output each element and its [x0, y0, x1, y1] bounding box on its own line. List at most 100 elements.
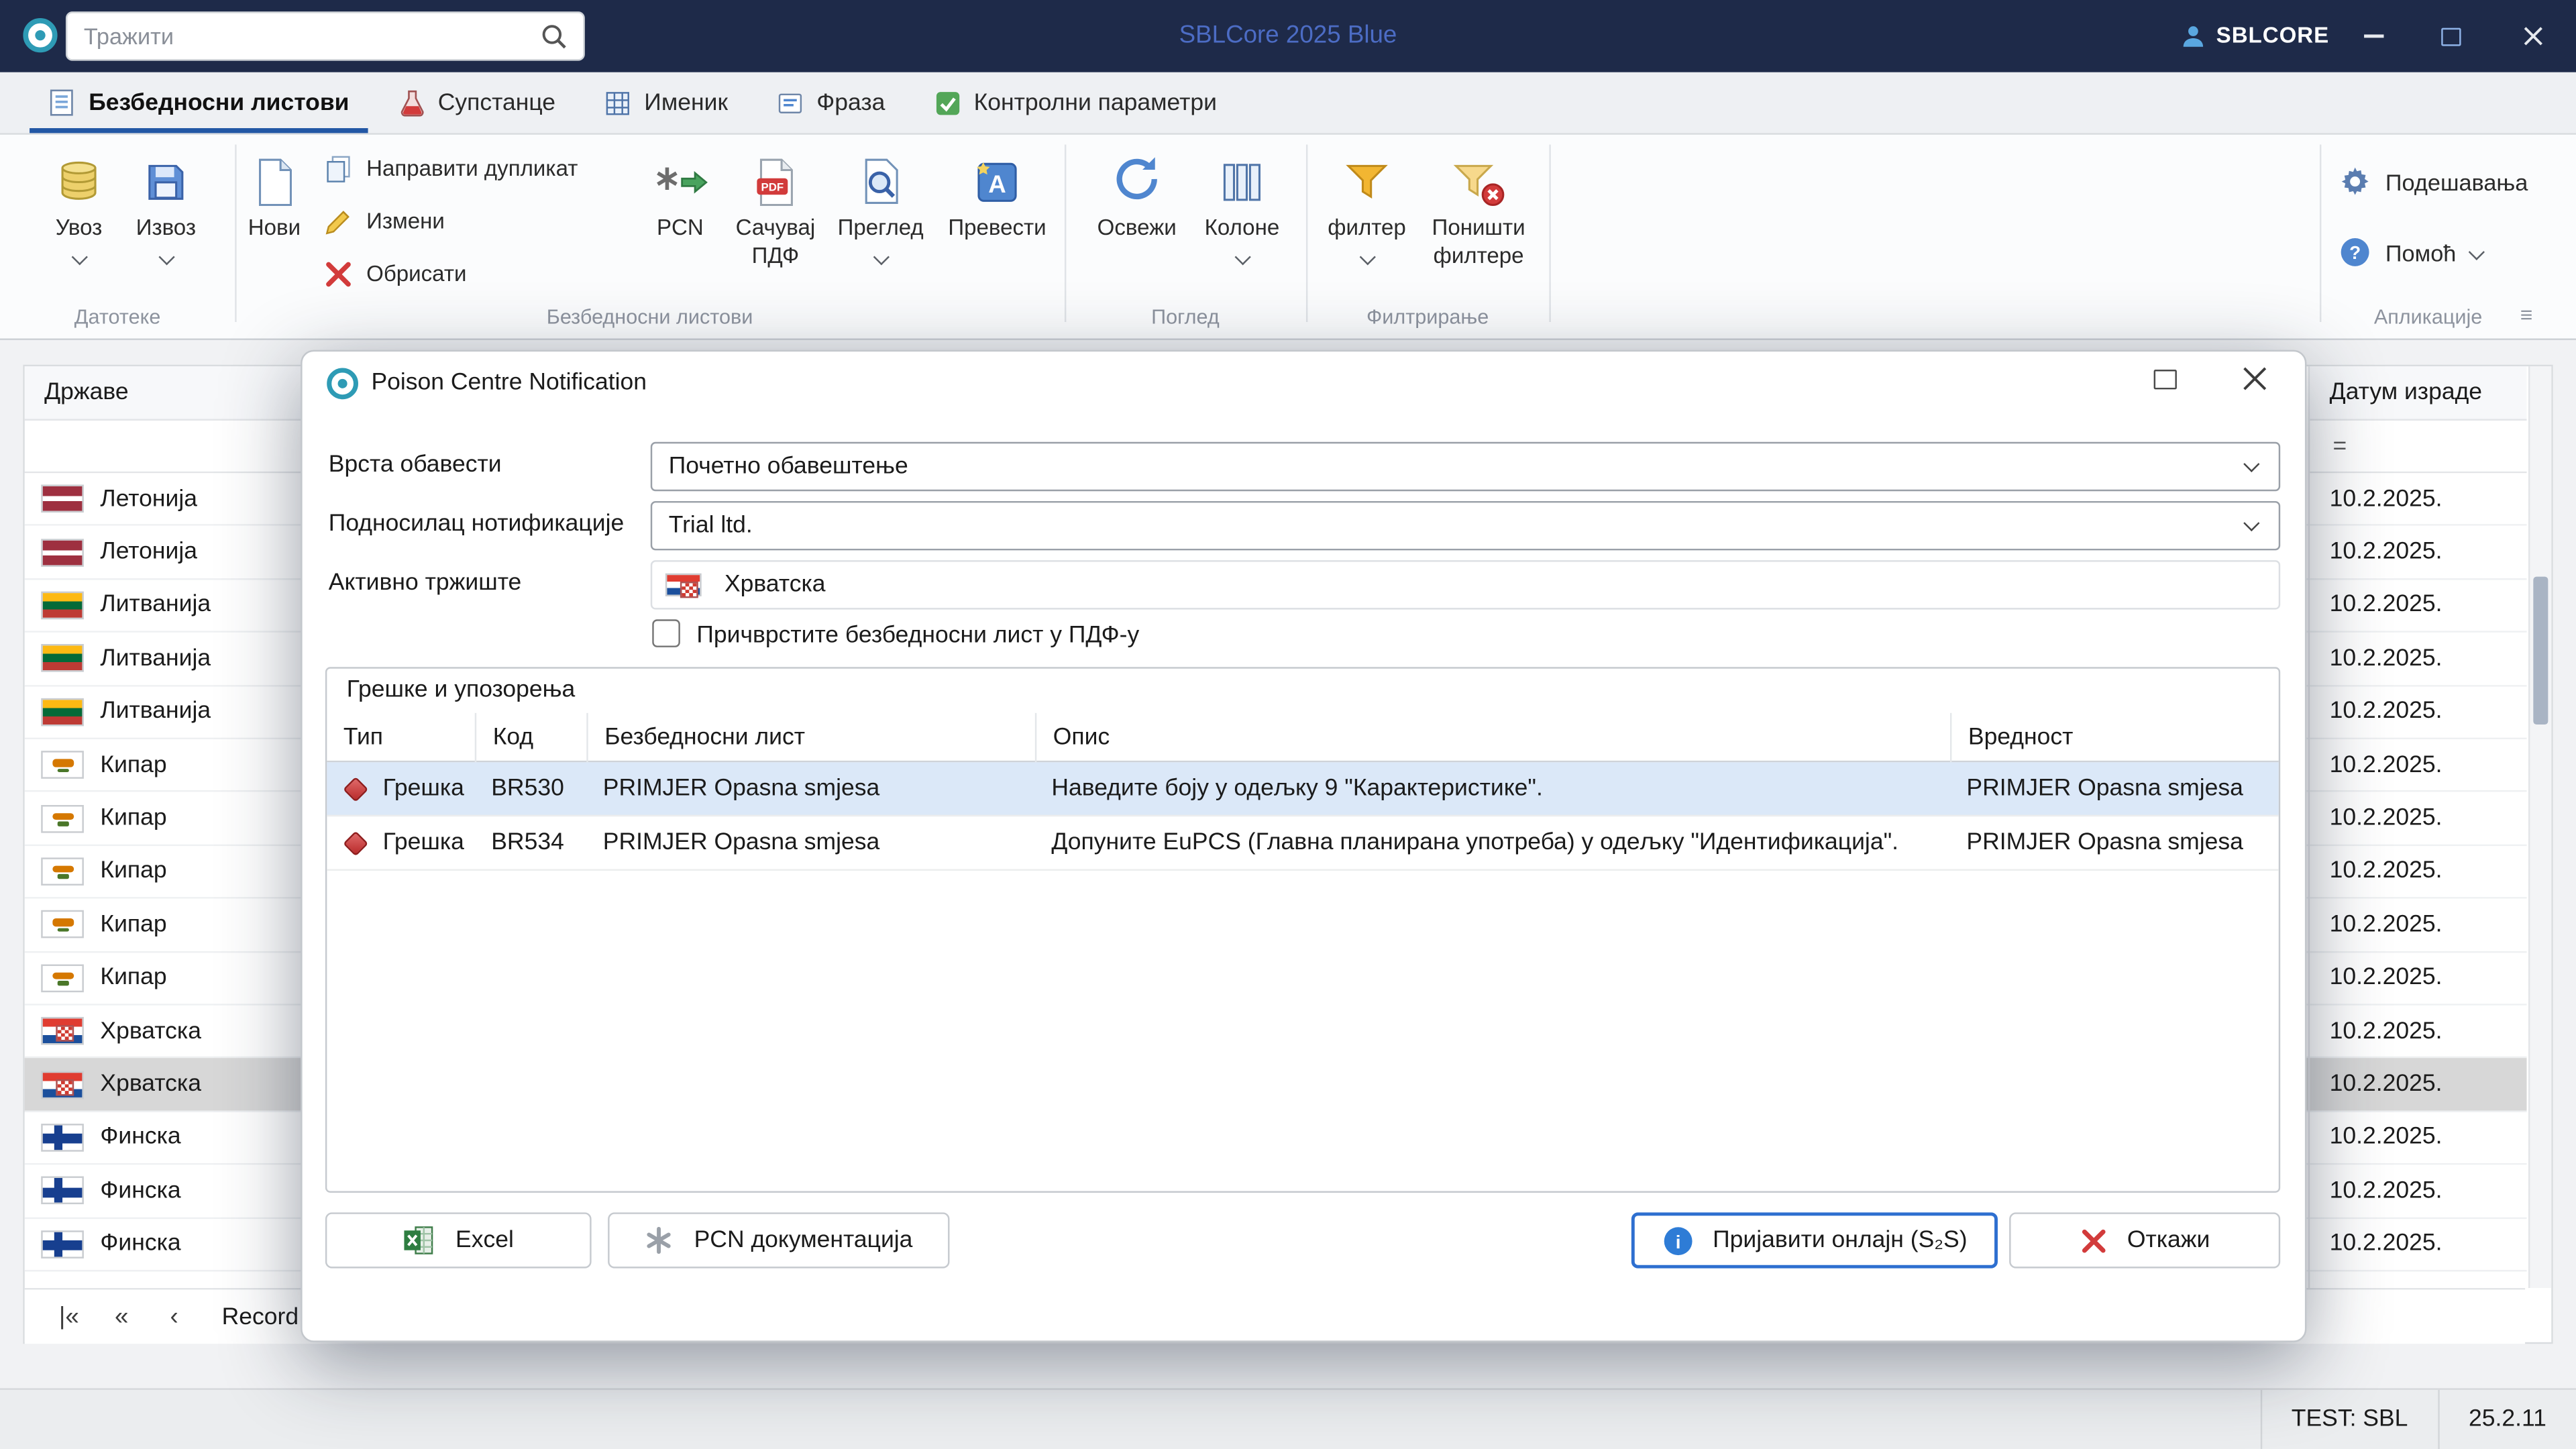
table-row[interactable]: 10.2.2025. [2310, 633, 2526, 686]
import-button[interactable]: Увоз [40, 142, 119, 270]
col-code[interactable]: Код [475, 713, 587, 762]
search-box[interactable] [66, 11, 585, 60]
close-button[interactable] [2491, 0, 2576, 72]
country-name: Кипар [100, 752, 166, 778]
column-header-date[interactable]: Датум израде [2310, 366, 2526, 421]
col-sds[interactable]: Безбедносни лист [586, 713, 1035, 762]
tab-control-parameters[interactable]: Контролни параметри [910, 72, 1242, 133]
table-row[interactable]: 10.2.2025. [2310, 952, 2526, 1005]
date-value: 10.2.2025. [2330, 1124, 2443, 1150]
error-row[interactable]: Грешка BR530 PRIMJER Opasna smjesa Навед… [327, 762, 2278, 816]
account-name[interactable]: SBLCORE [2216, 23, 2330, 48]
info-icon: i [1662, 1225, 1693, 1256]
attach-sds-checkbox[interactable] [652, 619, 680, 647]
col-value[interactable]: Вредност [1950, 713, 2279, 762]
vertical-scrollbar[interactable] [2528, 366, 2551, 1288]
titlebar: SBLCore 2025 Blue SBLCORE [0, 0, 2576, 72]
error-description: Наведите боју у одељку 9 "Карактеристике… [1035, 762, 1950, 816]
col-type[interactable]: Тип [327, 713, 474, 762]
delete-x-icon [323, 259, 353, 288]
clear-filters-button[interactable]: Поништи филтере [1416, 142, 1541, 270]
svg-text:PDF: PDF [761, 181, 784, 194]
pcn-button[interactable]: PCN [641, 142, 720, 241]
error-value: PRIMJER Opasna smjesa [1950, 762, 2279, 816]
table-row[interactable]: 10.2.2025. [2310, 473, 2526, 526]
help-button[interactable]: ? Помоћ [2339, 237, 2482, 268]
date-value: 10.2.2025. [2330, 1178, 2443, 1204]
translate-label: Превести [940, 213, 1055, 241]
table-row[interactable]: 10.2.2025. [2310, 846, 2526, 899]
table-row[interactable]: 10.2.2025. [2310, 1059, 2526, 1112]
table-row[interactable]: 10.2.2025. [2310, 899, 2526, 952]
filter-button[interactable]: филтер [1321, 142, 1413, 270]
search-icon[interactable] [541, 23, 569, 59]
dialog-close-button[interactable] [2241, 365, 2269, 401]
preview-button[interactable]: Преглед [835, 142, 926, 270]
country-name: Хрватска [100, 1018, 201, 1044]
maximize-button[interactable] [2412, 0, 2491, 72]
pcn-documentation-button[interactable]: PCN документација [608, 1212, 949, 1268]
errors-groupbox-title: Грешке и упозорења [347, 677, 576, 703]
country-flag-icon [41, 645, 84, 673]
date-value: 10.2.2025. [2330, 1071, 2443, 1097]
date-value: 10.2.2025. [2330, 645, 2443, 672]
search-input[interactable] [84, 18, 527, 54]
column-header-country[interactable]: Државе [25, 366, 304, 421]
columns-button[interactable]: Колоне [1196, 142, 1288, 270]
tab-label: Супстанце [438, 89, 555, 115]
submit-online-button[interactable]: i Пријавити онлајн (S₂S) [1631, 1212, 1998, 1268]
tab-substances[interactable]: Супстанце [374, 72, 580, 133]
table-row[interactable]: 10.2.2025. [2310, 1112, 2526, 1165]
table-row[interactable]: 10.2.2025. [2310, 1165, 2526, 1218]
tab-directory[interactable]: Именик [580, 72, 753, 133]
group-options-icon[interactable]: ≡ [2520, 303, 2533, 327]
tab-phrase[interactable]: Фраза [753, 72, 910, 133]
settings-button[interactable]: Подешавања [2339, 166, 2528, 197]
country-name: Литванија [100, 592, 211, 619]
column-filter-country[interactable] [25, 421, 304, 473]
first-record-button[interactable]: |« [54, 1303, 84, 1331]
preview-magnifier-icon [835, 142, 926, 207]
refresh-button[interactable]: Освежи [1087, 142, 1186, 241]
column-filter-date[interactable]: = [2310, 421, 2526, 473]
table-row[interactable]: 10.2.2025. [2310, 1006, 2526, 1059]
date-value: 10.2.2025. [2330, 1018, 2443, 1044]
translate-button[interactable]: А Превести [940, 142, 1055, 241]
notification-type-select[interactable]: Почетно обавештење [651, 442, 2280, 491]
submitter-select[interactable]: Trial ltd. [651, 501, 2280, 550]
edit-button[interactable]: Измени [323, 195, 612, 246]
export-button[interactable]: Извоз [125, 142, 207, 270]
active-market-field[interactable]: Хрватска [651, 560, 2280, 609]
tab-label: Контролни параметри [974, 89, 1217, 115]
scrollbar-thumb[interactable] [2533, 577, 2548, 724]
prev-page-button[interactable]: « [107, 1303, 136, 1331]
export-label: Извоз [125, 213, 207, 241]
tab-safety-data-sheets[interactable]: Безбедносни листови [23, 72, 374, 133]
excel-button[interactable]: Excel [325, 1212, 592, 1268]
country-name: Кипар [100, 859, 166, 885]
save-pdf-button[interactable]: PDF Сачувај ПДФ [724, 142, 826, 270]
country-flag-icon [41, 1177, 84, 1205]
date-value: 10.2.2025. [2330, 539, 2443, 565]
table-row[interactable]: 10.2.2025. [2310, 739, 2526, 792]
error-row[interactable]: Грешка BR534 PRIMJER Opasna smjesa Допун… [327, 816, 2278, 871]
pcn-dialog: Poison Centre Notification Врста обавест… [301, 350, 2306, 1342]
duplicate-button[interactable]: Направити дупликат [323, 143, 612, 194]
table-row[interactable]: 10.2.2025. [2310, 580, 2526, 633]
minimize-button[interactable] [2336, 0, 2412, 72]
dialog-maximize-button[interactable] [2154, 370, 2177, 389]
cancel-button[interactable]: Откажи [2009, 1212, 2280, 1268]
table-row[interactable]: 10.2.2025. [2310, 792, 2526, 845]
table-row[interactable]: 10.2.2025. [2310, 527, 2526, 580]
field-label-notification-type: Врста обавести [329, 451, 502, 478]
new-button[interactable]: Нови [238, 142, 311, 241]
country-name: Хрватска [100, 1071, 201, 1097]
table-row[interactable]: 10.2.2025. [2310, 1218, 2526, 1271]
error-type: Грешка [366, 762, 475, 816]
table-row[interactable]: 10.2.2025. [2310, 686, 2526, 739]
cancel-x-icon [2080, 1226, 2108, 1254]
prev-record-button[interactable]: ‹ [160, 1303, 189, 1331]
delete-button[interactable]: Обрисати [323, 248, 612, 299]
country-flag-icon [41, 1124, 84, 1152]
col-description[interactable]: Опис [1035, 713, 1950, 762]
